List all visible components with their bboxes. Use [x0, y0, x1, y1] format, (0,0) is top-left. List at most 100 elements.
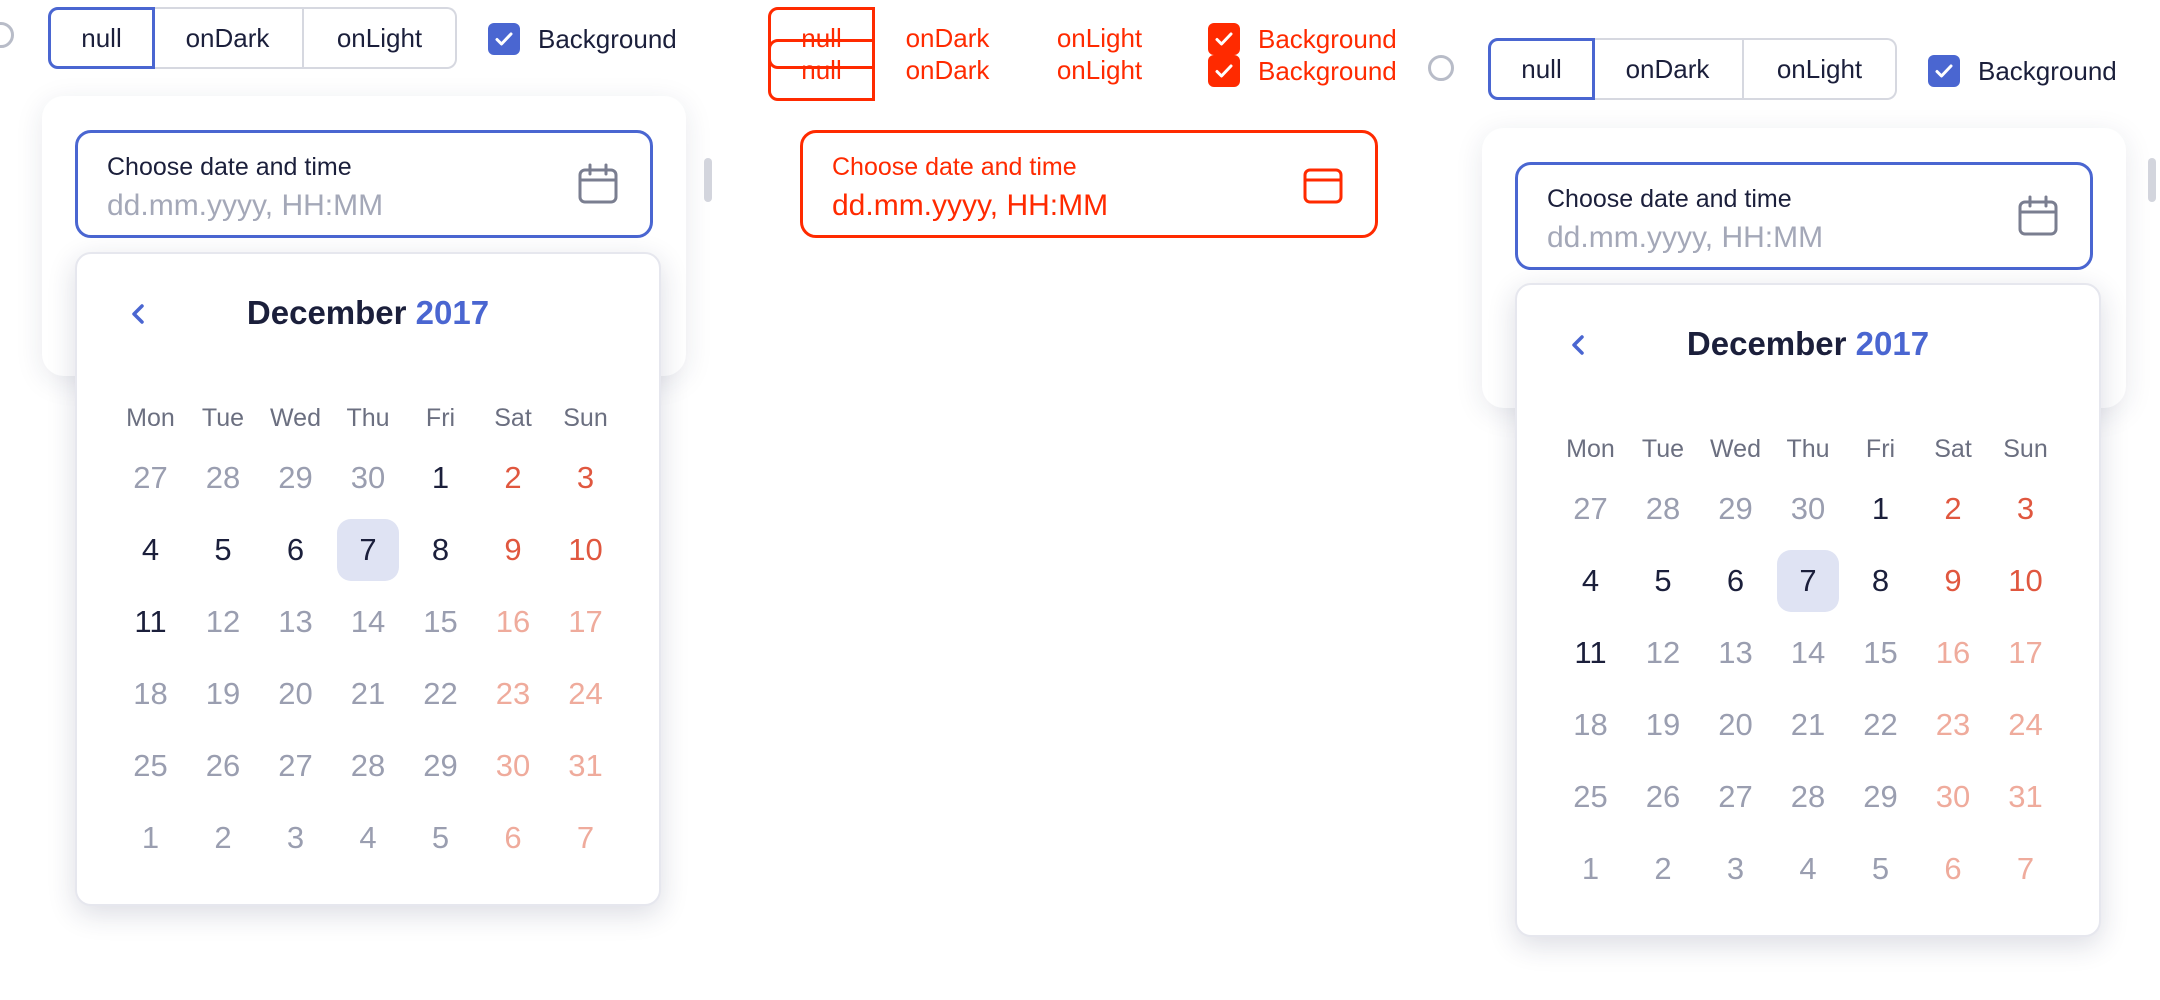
day-cell[interactable]: 6 — [1705, 550, 1767, 612]
checkbox-checked-icon[interactable] — [1208, 55, 1240, 87]
day-cell[interactable]: 29 — [1705, 478, 1767, 540]
day-cell[interactable]: 28 — [1632, 478, 1694, 540]
day-cell[interactable]: 6 — [1922, 838, 1984, 900]
background-toggle-debug[interactable]: Background — [1208, 55, 1397, 87]
day-cell[interactable]: 31 — [555, 735, 617, 797]
date-time-input[interactable]: Choose date and time dd.mm.yyyy, HH:MM — [1515, 162, 2093, 270]
day-cell[interactable]: 27 — [265, 735, 327, 797]
checkbox-checked-icon[interactable] — [1928, 55, 1960, 87]
tab-ondark[interactable]: onDark — [1593, 38, 1744, 100]
day-cell[interactable]: 24 — [1995, 694, 2057, 756]
day-cell[interactable]: 5 — [192, 519, 254, 581]
day-cell[interactable]: 26 — [192, 735, 254, 797]
day-cell[interactable]: 3 — [555, 447, 617, 509]
day-cell[interactable]: 2 — [482, 447, 544, 509]
day-cell[interactable]: 28 — [192, 447, 254, 509]
day-cell[interactable]: 21 — [1777, 694, 1839, 756]
day-cell[interactable]: 19 — [192, 663, 254, 725]
day-cell[interactable]: 14 — [1777, 622, 1839, 684]
day-cell[interactable]: 23 — [1922, 694, 1984, 756]
day-cell[interactable]: 6 — [482, 807, 544, 869]
day-cell[interactable]: 27 — [1705, 766, 1767, 828]
day-cell[interactable]: 17 — [1995, 622, 2057, 684]
day-cell[interactable]: 30 — [337, 447, 399, 509]
day-cell[interactable]: 15 — [410, 591, 472, 653]
calendar-icon[interactable] — [576, 162, 620, 206]
day-cell[interactable]: 24 — [555, 663, 617, 725]
day-cell[interactable]: 3 — [265, 807, 327, 869]
day-cell[interactable]: 8 — [1850, 550, 1912, 612]
day-cell[interactable]: 9 — [482, 519, 544, 581]
day-cell[interactable]: 23 — [482, 663, 544, 725]
date-time-input-debug[interactable]: Choose date and time dd.mm.yyyy, HH:MM — [800, 130, 1378, 238]
day-cell[interactable]: 4 — [1560, 550, 1622, 612]
tab-onlight[interactable]: onLight — [304, 7, 457, 69]
day-cell[interactable]: 25 — [120, 735, 182, 797]
day-cell[interactable]: 17 — [555, 591, 617, 653]
day-cell[interactable]: 20 — [265, 663, 327, 725]
day-cell[interactable]: 2 — [1922, 478, 1984, 540]
day-cell[interactable]: 28 — [337, 735, 399, 797]
day-cell[interactable]: 22 — [1850, 694, 1912, 756]
year-label[interactable]: 2017 — [1856, 325, 1929, 362]
day-cell[interactable]: 5 — [1632, 550, 1694, 612]
tab-null[interactable]: null — [48, 7, 155, 69]
day-cell[interactable]: 19 — [1632, 694, 1694, 756]
scrollbar-thumb[interactable] — [2148, 158, 2156, 202]
tab-null[interactable]: null — [1488, 38, 1595, 100]
day-cell[interactable]: 13 — [265, 591, 327, 653]
tab-ondark[interactable]: onDark — [153, 7, 304, 69]
year-label[interactable]: 2017 — [416, 294, 489, 331]
day-cell[interactable]: 20 — [1705, 694, 1767, 756]
day-cell[interactable]: 16 — [482, 591, 544, 653]
day-cell[interactable]: 29 — [1850, 766, 1912, 828]
day-cell[interactable]: 7 — [555, 807, 617, 869]
scrollbar-thumb[interactable] — [704, 158, 712, 202]
day-cell[interactable]: 30 — [482, 735, 544, 797]
day-cell[interactable]: 14 — [337, 591, 399, 653]
day-cell[interactable]: 9 — [1922, 550, 1984, 612]
day-cell[interactable]: 2 — [1632, 838, 1694, 900]
day-cell[interactable]: 12 — [192, 591, 254, 653]
day-cell[interactable]: 11 — [1560, 622, 1622, 684]
tab-onlight-debug[interactable]: onLight — [1024, 39, 1177, 101]
day-cell[interactable]: 27 — [120, 447, 182, 509]
day-cell[interactable]: 4 — [337, 807, 399, 869]
day-cell[interactable]: 29 — [410, 735, 472, 797]
day-cell[interactable]: 29 — [265, 447, 327, 509]
day-cell[interactable]: 1 — [410, 447, 472, 509]
day-cell[interactable]: 10 — [1995, 550, 2057, 612]
day-cell[interactable]: 3 — [1995, 478, 2057, 540]
day-cell[interactable]: 28 — [1777, 766, 1839, 828]
tab-ondark-debug[interactable]: onDark — [873, 39, 1024, 101]
calendar-icon[interactable] — [2016, 194, 2060, 238]
checkbox-checked-icon[interactable] — [488, 23, 520, 55]
day-cell[interactable]: 1 — [1850, 478, 1912, 540]
day-cell[interactable]: 1 — [1560, 838, 1622, 900]
day-cell[interactable]: 4 — [120, 519, 182, 581]
day-cell[interactable]: 27 — [1560, 478, 1622, 540]
day-cell[interactable]: 5 — [410, 807, 472, 869]
day-cell[interactable]: 11 — [120, 591, 182, 653]
day-cell-selected[interactable]: 7 — [337, 519, 399, 581]
day-cell[interactable]: 13 — [1705, 622, 1767, 684]
day-cell[interactable]: 10 — [555, 519, 617, 581]
calendar-icon[interactable] — [1301, 162, 1345, 206]
day-cell[interactable]: 30 — [1922, 766, 1984, 828]
day-cell[interactable]: 2 — [192, 807, 254, 869]
day-cell[interactable]: 6 — [265, 519, 327, 581]
day-cell[interactable]: 18 — [1560, 694, 1622, 756]
day-cell[interactable]: 5 — [1850, 838, 1912, 900]
day-cell[interactable]: 26 — [1632, 766, 1694, 828]
day-cell[interactable]: 12 — [1632, 622, 1694, 684]
tab-null-debug[interactable]: null — [768, 39, 875, 101]
day-cell[interactable]: 18 — [120, 663, 182, 725]
day-cell[interactable]: 3 — [1705, 838, 1767, 900]
date-time-input[interactable]: Choose date and time dd.mm.yyyy, HH:MM — [75, 130, 653, 238]
day-cell[interactable]: 30 — [1777, 478, 1839, 540]
day-cell[interactable]: 16 — [1922, 622, 1984, 684]
radio-icon[interactable] — [1428, 55, 1454, 81]
radio-icon[interactable] — [0, 22, 14, 48]
day-cell[interactable]: 31 — [1995, 766, 2057, 828]
day-cell[interactable]: 25 — [1560, 766, 1622, 828]
